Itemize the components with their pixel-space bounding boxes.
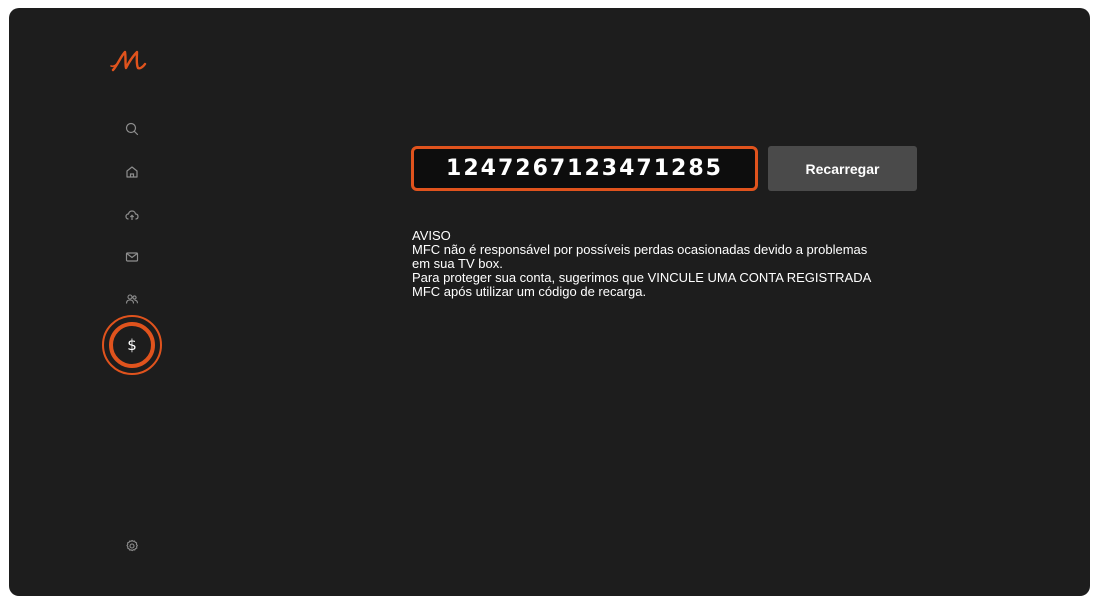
recharge-code-value: 1247267123471285 [446, 156, 723, 181]
dollar-icon: $ [109, 322, 155, 368]
cloud-upload-icon[interactable] [122, 205, 142, 225]
mail-icon[interactable] [122, 247, 142, 267]
recharge-code-input[interactable]: 1247267123471285 [411, 146, 758, 191]
tv-screen: $ 1247267123471285 Recarregar AVISO MFC … [9, 8, 1090, 596]
notice-text: AVISO MFC não é responsável por possívei… [412, 229, 932, 299]
notice-line: MFC após utilizar um código de recarga. [412, 284, 647, 299]
notice-line: MFC não é responsável por possíveis perd… [412, 242, 868, 257]
users-icon[interactable] [122, 289, 142, 309]
home-icon[interactable] [122, 162, 142, 182]
recharge-button[interactable]: Recarregar [768, 146, 917, 191]
settings-icon[interactable] [122, 536, 142, 556]
mfc-logo [109, 46, 155, 74]
notice-line: em sua TV box. [412, 256, 503, 271]
recharge-nav-item[interactable]: $ [102, 315, 162, 375]
notice-title: AVISO [412, 228, 451, 243]
sidebar: $ [9, 8, 259, 596]
search-icon[interactable] [122, 119, 142, 139]
notice-line: Para proteger sua conta, sugerimos que V… [412, 270, 872, 285]
